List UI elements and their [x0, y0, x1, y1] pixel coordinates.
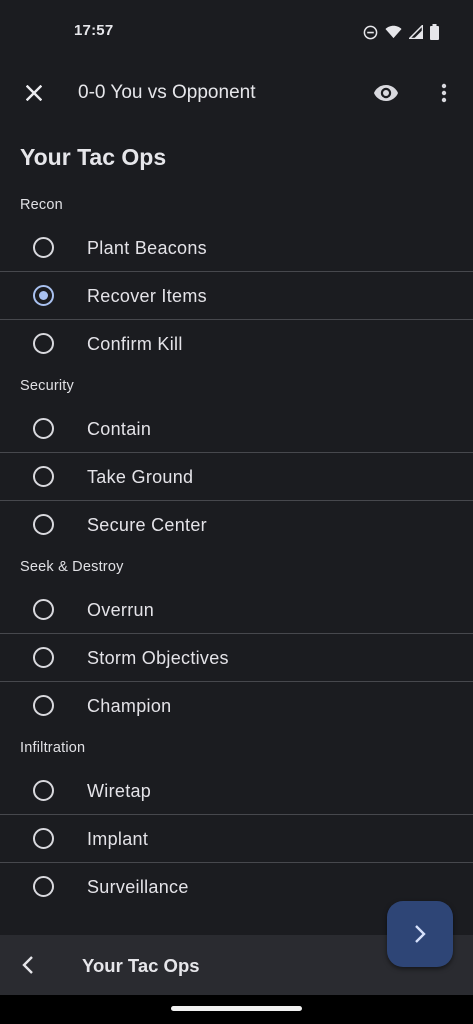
radio-button[interactable]	[33, 237, 54, 258]
radio-button[interactable]	[33, 418, 54, 439]
system-nav-bar	[0, 995, 473, 1024]
option-label: Recover Items	[87, 286, 207, 306]
view-button[interactable]	[368, 75, 404, 111]
option-label: Take Ground	[87, 467, 194, 487]
home-gesture-handle[interactable]	[171, 1006, 302, 1011]
option-label: Plant Beacons	[87, 238, 207, 258]
option-label: Contain	[87, 419, 152, 439]
radio-button[interactable]	[33, 828, 54, 849]
radio-button[interactable]	[33, 514, 54, 535]
status-time: 17:57	[74, 22, 114, 39]
page-heading: Your Tac Ops	[20, 144, 167, 170]
status-bar: 17:57	[0, 0, 473, 62]
option-recover-items[interactable]: Recover Items	[0, 272, 473, 320]
option-label: Surveillance	[87, 877, 189, 897]
option-label: Storm Objectives	[87, 648, 229, 668]
more-options-button[interactable]	[426, 75, 462, 111]
radio-button[interactable]	[33, 647, 54, 668]
option-plant-beacons[interactable]: Plant Beacons	[0, 224, 473, 272]
option-implant[interactable]: Implant	[0, 815, 473, 863]
close-button[interactable]	[16, 75, 52, 111]
option-label: Implant	[87, 829, 149, 849]
radio-selected-dot	[39, 291, 48, 300]
radio-button-selected[interactable]	[33, 285, 54, 306]
option-confirm-kill[interactable]: Confirm Kill	[0, 320, 473, 367]
chevron-left-icon	[22, 956, 33, 974]
more-vert-icon	[441, 83, 447, 103]
screen: 17:57 0-0 You vs Opponent Your Tac Ops R…	[0, 0, 473, 1024]
section-header-security: Security	[20, 378, 74, 394]
option-contain[interactable]: Contain	[0, 405, 473, 453]
app-bar: 0-0 You vs Opponent	[0, 62, 473, 124]
wifi-icon	[385, 25, 402, 39]
close-icon	[26, 85, 42, 101]
option-storm-objectives[interactable]: Storm Objectives	[0, 634, 473, 682]
option-label: Champion	[87, 696, 172, 716]
section-header-recon: Recon	[20, 197, 63, 213]
eye-icon	[374, 85, 398, 101]
option-take-ground[interactable]: Take Ground	[0, 453, 473, 501]
option-secure-center[interactable]: Secure Center	[0, 501, 473, 548]
radio-button[interactable]	[33, 333, 54, 354]
signal-icon	[409, 25, 423, 39]
option-champion[interactable]: Champion	[0, 682, 473, 729]
option-label: Overrun	[87, 600, 155, 620]
bottom-bar-title: Your Tac Ops	[82, 955, 200, 976]
radio-button[interactable]	[33, 876, 54, 897]
chevron-right-icon	[415, 925, 426, 943]
option-label: Wiretap	[87, 781, 152, 801]
option-wiretap[interactable]: Wiretap	[0, 767, 473, 815]
radio-button[interactable]	[33, 466, 54, 487]
section-header-infiltration: Infiltration	[20, 740, 86, 756]
battery-icon	[430, 24, 439, 40]
do-not-disturb-icon	[363, 25, 378, 39]
status-icons	[363, 23, 439, 41]
tac-ops-list[interactable]: Your Tac Ops Recon Plant Beacons Recover…	[0, 128, 473, 934]
app-bar-title: 0-0 You vs Opponent	[78, 82, 256, 103]
next-button[interactable]	[387, 901, 453, 967]
back-button[interactable]	[10, 947, 46, 983]
radio-button[interactable]	[33, 695, 54, 716]
option-label: Secure Center	[87, 515, 207, 535]
option-label: Confirm Kill	[87, 334, 183, 354]
option-overrun[interactable]: Overrun	[0, 586, 473, 634]
radio-button[interactable]	[33, 599, 54, 620]
section-header-seek-destroy: Seek & Destroy	[20, 559, 124, 575]
radio-button[interactable]	[33, 780, 54, 801]
